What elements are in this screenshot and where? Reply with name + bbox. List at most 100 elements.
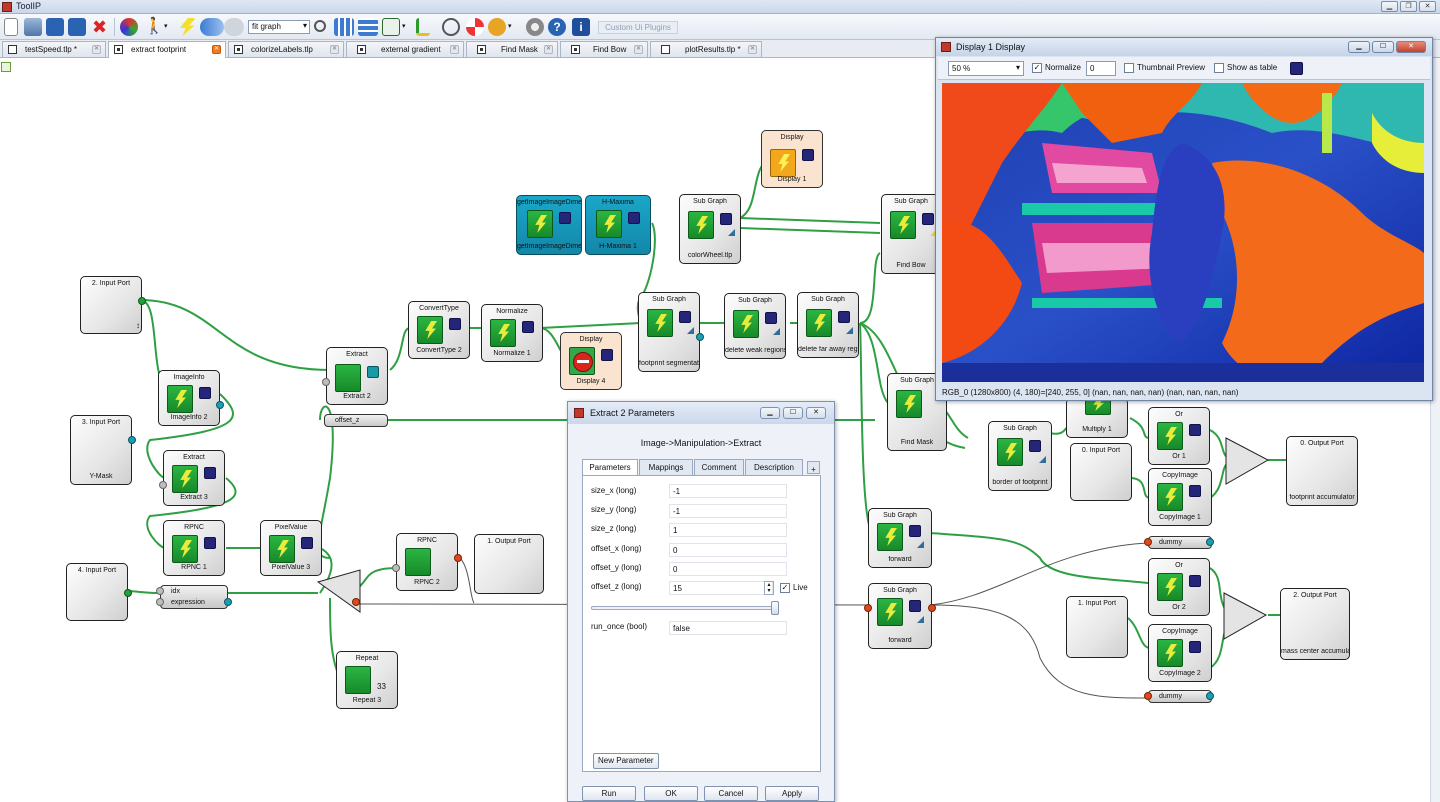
offset-x-field[interactable]: 0 <box>669 543 787 557</box>
chart-icon[interactable] <box>416 18 430 36</box>
tab-close-icon[interactable]: ✕ <box>212 45 221 54</box>
display-window[interactable]: Display 1 Display ▁ ☐ ✕ 50 % ✓ Normalize… <box>935 37 1433 401</box>
thumbnail-preview-checkbox[interactable] <box>1124 63 1134 73</box>
new-file-icon[interactable] <box>4 18 18 36</box>
dialog-maximize-button[interactable]: ☐ <box>783 407 803 419</box>
normalize-checkbox[interactable]: ✓ <box>1032 63 1042 73</box>
normalize-spinbox[interactable]: 0 <box>1086 61 1116 76</box>
tab-external-gradient[interactable]: external gradient ✕ <box>346 41 464 57</box>
display-image[interactable] <box>942 83 1424 382</box>
tab-close-icon[interactable]: ✕ <box>544 45 553 54</box>
tab-mappings[interactable]: Mappings <box>639 459 693 475</box>
offset-z-slider[interactable] <box>591 601 779 615</box>
display-node[interactable]: Display Display 4 <box>560 332 622 390</box>
show-as-table-checkbox[interactable] <box>1214 63 1224 73</box>
display-node[interactable]: Display Display 1 <box>761 130 823 188</box>
unlink-icon[interactable] <box>224 18 244 36</box>
export-icon[interactable] <box>382 18 400 36</box>
merge-operator[interactable] <box>316 568 362 614</box>
new-parameter-button[interactable]: New Parameter <box>593 753 659 769</box>
converttype-node[interactable]: ConvertType ConvertType 2 <box>408 301 470 359</box>
tab-find-bow[interactable]: Find Bow ✕ <box>560 41 648 57</box>
run-button[interactable]: Run <box>582 786 636 801</box>
live-checkbox[interactable]: ✓ <box>780 583 790 593</box>
ok-button[interactable]: OK <box>644 786 698 801</box>
color-swatch[interactable] <box>1290 62 1303 75</box>
offset-z-field[interactable]: 15 <box>669 581 773 595</box>
extract-node[interactable]: Extract Extract 2 <box>322 347 388 405</box>
tab-close-icon[interactable]: ✕ <box>330 45 339 54</box>
output-connector[interactable] <box>138 297 146 305</box>
tab-extract-footprint[interactable]: extract footprint ✕ <box>108 41 226 58</box>
output-connector[interactable] <box>124 589 132 597</box>
tab-testspeed[interactable]: testSpeed.tlp * ✕ <box>2 41 106 57</box>
bolt-icon[interactable] <box>179 18 196 36</box>
rpnc-node[interactable]: RPNC RPNC 2 <box>392 533 462 591</box>
input-port-node[interactable]: 0. Input Port <box>1070 443 1132 501</box>
repeat-node[interactable]: Repeat 33 Repeat 3 <box>336 651 398 709</box>
imageinfo-node[interactable]: ImageInfo ImageInfo 2 <box>158 370 224 426</box>
custom-plugins-button[interactable]: Custom Ui Plugins <box>598 21 678 34</box>
display-maximize-button[interactable]: ☐ <box>1372 41 1394 53</box>
grid-layout-icon[interactable] <box>334 18 354 36</box>
subgraph-node[interactable]: Sub Graph forward <box>864 583 936 649</box>
subgraph-node[interactable]: Sub Graph Find Bow <box>881 194 941 274</box>
display-minimize-button[interactable]: ▁ <box>1348 41 1370 53</box>
normalize-node[interactable]: Normalize Normalize 1 <box>481 304 543 362</box>
close-window-button[interactable]: ✕ <box>1419 1 1436 12</box>
subgraph-node[interactable]: Sub Graph footprint segmentation <box>638 292 704 372</box>
dialog-close-button[interactable]: ✕ <box>806 407 826 419</box>
tree-layout-icon[interactable] <box>358 18 378 36</box>
zoom-mode-select[interactable]: fit graph <box>248 20 310 34</box>
offset-z-spinner[interactable]: ▴ ▾ <box>764 581 774 595</box>
save-as-icon[interactable] <box>68 18 86 36</box>
tab-description[interactable]: Description <box>745 459 803 475</box>
minimize-button[interactable]: ▁ <box>1381 1 1398 12</box>
run-dropdown-icon[interactable]: ▾ <box>164 18 172 36</box>
input-port-node[interactable]: 1. Input Port <box>1066 596 1128 658</box>
or-node[interactable]: Or Or 1 <box>1148 407 1210 465</box>
magnifier-icon[interactable] <box>314 20 326 32</box>
dialog-minimize-button[interactable]: ▁ <box>760 407 780 419</box>
open-file-icon[interactable] <box>24 18 42 36</box>
extract-node[interactable]: Extract Extract 3 <box>159 450 225 506</box>
dummy-node[interactable]: dummy <box>1148 536 1212 549</box>
output-port-node[interactable]: 1. Output Port <box>474 534 544 594</box>
slider-knob[interactable] <box>771 601 779 615</box>
gear-icon[interactable] <box>526 18 544 36</box>
size-y-field[interactable]: -1 <box>669 504 787 518</box>
input-port-node[interactable]: 2. Input Port ↕ <box>80 276 146 334</box>
tab-close-icon[interactable]: ✕ <box>92 45 101 54</box>
lifebuoy-icon[interactable] <box>466 18 484 36</box>
hmaxima-node[interactable]: H-Maxima H-Maxima 1 <box>585 195 651 255</box>
refresh-icon[interactable] <box>120 18 138 36</box>
subgraph-node[interactable]: Sub Graph forward <box>868 508 932 568</box>
size-z-field[interactable]: 1 <box>669 523 787 537</box>
offset-z-node[interactable]: offset_z <box>324 414 388 427</box>
subgraph-node[interactable]: Sub Graph colorWheel.tlp <box>679 194 741 264</box>
palette-dropdown-icon[interactable]: ▾ <box>508 18 516 36</box>
run-person-icon[interactable]: 🚶 <box>144 18 164 36</box>
tab-close-icon[interactable]: ✕ <box>748 45 757 54</box>
subgraph-node[interactable]: Sub Graph delete weak regions <box>724 293 786 359</box>
multiply-node[interactable]: Multiply 1 <box>1066 395 1128 438</box>
delete-icon[interactable]: ✖ <box>92 18 110 36</box>
merge-operator[interactable] <box>1224 436 1270 486</box>
palette-icon[interactable] <box>488 18 506 36</box>
info-icon[interactable]: i <box>572 18 590 36</box>
subgraph-node[interactable]: Sub Graph border of footprint <box>988 421 1052 491</box>
clock-icon[interactable] <box>442 18 460 36</box>
display-close-button[interactable]: ✕ <box>1396 41 1426 53</box>
tab-plotresults[interactable]: plotResults.tlp * ✕ <box>650 41 762 57</box>
tab-find-mask[interactable]: Find Mask ✕ <box>466 41 558 57</box>
output-connector[interactable] <box>128 436 136 444</box>
restore-button[interactable]: ❐ <box>1400 1 1417 12</box>
tab-comment[interactable]: Comment <box>694 459 744 475</box>
display-zoom-select[interactable]: 50 % <box>948 61 1024 76</box>
offset-y-field[interactable]: 0 <box>669 562 787 576</box>
dummy-node[interactable]: dummy <box>1148 690 1212 703</box>
tab-close-icon[interactable]: ✕ <box>634 45 643 54</box>
getimagedimensions-node[interactable]: getImageImageDimensions getImageImageDim… <box>516 195 582 255</box>
help-icon[interactable]: ? <box>548 18 566 36</box>
tab-close-icon[interactable]: ✕ <box>450 45 459 54</box>
